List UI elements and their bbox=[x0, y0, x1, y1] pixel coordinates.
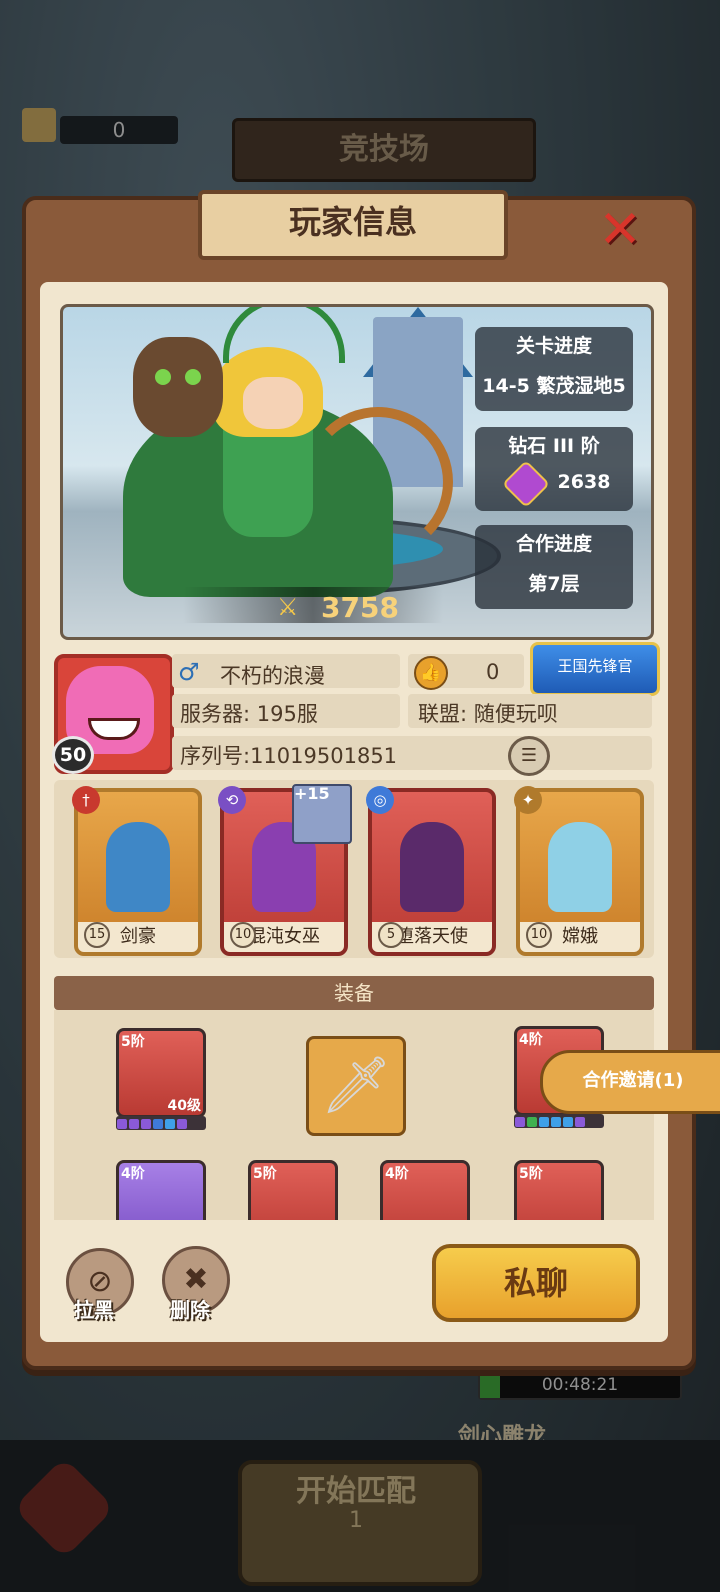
player-level: 50 bbox=[52, 736, 94, 774]
equip-tier: 4阶 bbox=[121, 1166, 145, 1182]
gem-row bbox=[514, 1114, 604, 1128]
hero-bow bbox=[303, 407, 453, 557]
coop-progress-box: 合作进度 第7层 bbox=[475, 525, 633, 609]
hero-level: 10 bbox=[526, 922, 552, 948]
power-strip bbox=[183, 587, 443, 623]
sword-icon: ⚔ bbox=[277, 593, 299, 621]
ring-slot[interactable]: 4阶 bbox=[116, 1160, 206, 1220]
rank-value: 2638 bbox=[557, 471, 611, 493]
rank-box: 钻石 III 阶 2638 bbox=[475, 427, 633, 511]
equip-tier: 5阶 bbox=[121, 1034, 145, 1050]
rank-title: 钻石 III 阶 bbox=[508, 435, 600, 457]
hero-level: 10 bbox=[230, 922, 256, 948]
like-count: 0 bbox=[486, 660, 500, 684]
hero-figure bbox=[548, 822, 612, 912]
equip-level: 40级 bbox=[167, 1098, 201, 1114]
hero-face bbox=[243, 377, 303, 429]
hero-antler bbox=[223, 307, 345, 363]
serial-text: 序列号:11019501851 bbox=[180, 744, 398, 768]
tree-pet bbox=[133, 337, 223, 437]
close-icon[interactable]: ✕ bbox=[596, 204, 644, 256]
server-text: 服务器: 195服 bbox=[180, 702, 318, 726]
gem-row bbox=[116, 1116, 206, 1130]
stage-progress-box: 关卡进度 14-5 繁茂湿地5 bbox=[475, 327, 633, 411]
helmet-slot[interactable]: 5阶 bbox=[248, 1160, 338, 1220]
equip-tier: 4阶 bbox=[519, 1032, 543, 1048]
armor-slot[interactable]: 4阶 bbox=[380, 1160, 470, 1220]
dialog-title: 玩家信息 bbox=[198, 190, 508, 260]
hero-figure bbox=[106, 822, 170, 912]
spiral-class-icon: ◎ bbox=[366, 786, 394, 814]
block-label[interactable]: 拉黑 bbox=[74, 1294, 114, 1323]
boots-slot[interactable]: 5阶 bbox=[514, 1160, 604, 1220]
necklace-slot[interactable]: 5阶 40级 bbox=[116, 1028, 206, 1118]
mage-class-icon: ⟲ bbox=[218, 786, 246, 814]
private-chat-button[interactable]: 私聊 bbox=[432, 1244, 640, 1322]
equip-tier: 4阶 bbox=[385, 1166, 409, 1182]
thumbs-up-icon[interactable]: 👍 bbox=[414, 656, 448, 690]
weapon-plus-level: +15 bbox=[294, 784, 330, 803]
coop-invite-button[interactable]: 合作邀请(1) bbox=[540, 1050, 720, 1114]
alliance-text: 联盟: 随便玩呗 bbox=[418, 702, 558, 726]
pet-eye bbox=[185, 369, 201, 385]
equip-tier: 5阶 bbox=[519, 1166, 543, 1182]
equipment-header: 装备 bbox=[54, 976, 654, 1010]
equip-tier: 5阶 bbox=[253, 1166, 277, 1182]
hero-card[interactable]: ◎ 堕落天使 5 bbox=[366, 786, 496, 956]
copy-icon[interactable]: ☰ bbox=[508, 736, 550, 776]
player-name: 不朽的浪漫 bbox=[220, 664, 325, 688]
hero-card[interactable]: ✦ 嫦娥 10 bbox=[514, 786, 644, 956]
power-value: 3758 bbox=[321, 591, 399, 624]
delete-label[interactable]: 删除 bbox=[170, 1294, 210, 1323]
hero-level: 15 bbox=[84, 922, 110, 948]
male-icon: ♂ bbox=[178, 658, 200, 686]
coop-progress-title: 合作进度 bbox=[515, 533, 592, 555]
coop-progress-value: 第7层 bbox=[528, 573, 580, 595]
warrior-class-icon: † bbox=[72, 786, 100, 814]
support-class-icon: ✦ bbox=[514, 786, 542, 814]
hero-card[interactable]: † 剑豪 15 bbox=[72, 786, 202, 956]
hero-showcase: ⚔ 3758 关卡进度 14-5 繁茂湿地5 钻石 III 阶 2638 合作进… bbox=[60, 304, 654, 640]
stage-progress-value: 14-5 繁茂湿地5 bbox=[482, 375, 626, 397]
pet-eye bbox=[155, 369, 171, 385]
hero-level: 5 bbox=[378, 922, 404, 948]
stage-progress-title: 关卡进度 bbox=[515, 335, 592, 357]
hero-figure bbox=[400, 822, 464, 912]
weapon-slot[interactable]: 🗡 bbox=[306, 1036, 406, 1136]
title-badge: 王国先锋官 bbox=[530, 642, 660, 696]
